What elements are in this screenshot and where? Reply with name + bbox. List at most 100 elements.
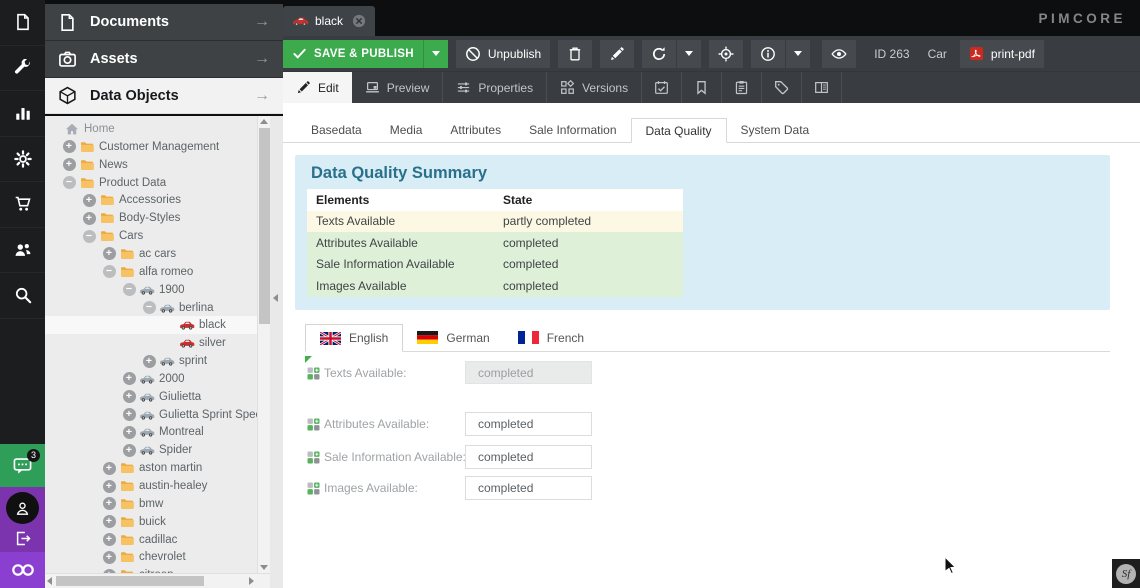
unpublish-button[interactable]: Unpublish [456, 40, 550, 68]
scroll-down-icon[interactable] [260, 565, 268, 570]
tree-item-spider[interactable]: +Spider [45, 441, 257, 459]
rail-reports-button[interactable] [0, 91, 45, 137]
expand-plus-icon[interactable]: + [80, 212, 98, 225]
bookmark-button[interactable] [682, 72, 722, 103]
tree-vertical-scrollbar[interactable] [257, 116, 270, 573]
rail-search-button[interactable] [0, 273, 45, 319]
expand-plus-icon[interactable]: + [60, 140, 78, 153]
expand-plus-icon[interactable]: + [120, 372, 138, 385]
user-avatar-button[interactable] [6, 492, 39, 524]
tree-item-cadillac[interactable]: +cadillac [45, 531, 257, 549]
content-tab-media[interactable]: Media [376, 118, 437, 142]
tree-item-aston-martin[interactable]: +aston martin [45, 459, 257, 477]
texts-available-field-value[interactable]: completed [465, 361, 592, 384]
info-options-button[interactable] [785, 40, 810, 68]
tree-item-product-data[interactable]: −Product Data [45, 174, 257, 192]
tree-item-silver[interactable]: silver [45, 334, 257, 352]
field-value-sale-information-available-[interactable]: completed [465, 445, 592, 469]
tree-item-customer-management[interactable]: +Customer Management [45, 138, 257, 156]
rename-button[interactable] [600, 40, 634, 68]
rail-settings-button[interactable] [0, 137, 45, 183]
expand-plus-icon[interactable]: + [100, 497, 118, 510]
accordion-documents[interactable]: Documents → [45, 4, 283, 41]
expand-plus-icon[interactable]: + [100, 515, 118, 528]
expand-plus-icon[interactable]: + [100, 551, 118, 564]
content-tab-basedata[interactable]: Basedata [297, 118, 376, 142]
tree-item-montreal[interactable]: +Montreal [45, 423, 257, 441]
tree-item-buick[interactable]: +buick [45, 513, 257, 531]
logout-button[interactable] [14, 530, 31, 552]
collapse-minus-icon[interactable]: − [120, 283, 138, 296]
info-button[interactable] [751, 40, 785, 68]
tree-item-gulietta-sprint-speciale[interactable]: +Gulietta Sprint Speciale [45, 406, 257, 424]
language-tab-english[interactable]: English [305, 324, 403, 352]
expand-plus-icon[interactable]: + [140, 355, 158, 368]
tree-item-giulietta[interactable]: +Giulietta [45, 388, 257, 406]
tab-properties[interactable]: Properties [443, 72, 547, 103]
tree-item-austin-healey[interactable]: +austin-healey [45, 477, 257, 495]
tree-item-berlina[interactable]: −berlina [45, 299, 257, 317]
rail-users-button[interactable] [0, 228, 45, 274]
pimcore-logo-button[interactable] [0, 552, 45, 588]
tab-preview[interactable]: Preview [352, 72, 444, 103]
reports-button[interactable] [802, 72, 842, 103]
object-tab-black[interactable]: black [283, 6, 375, 36]
language-tab-german[interactable]: German [403, 324, 503, 351]
close-icon[interactable] [352, 14, 366, 28]
horizontal-scroll-thumb[interactable] [56, 576, 204, 586]
expand-plus-icon[interactable]: + [100, 533, 118, 546]
vertical-scroll-thumb[interactable] [259, 128, 270, 324]
scroll-up-icon[interactable] [260, 119, 268, 124]
accordion-data-objects[interactable]: Data Objects → [45, 78, 283, 114]
expand-plus-icon[interactable]: + [100, 247, 118, 260]
symfony-profiler-button[interactable]: Sf [1112, 559, 1140, 588]
expand-plus-icon[interactable]: + [120, 444, 138, 457]
tree-item-home[interactable]: Home [45, 120, 257, 138]
content-tab-system-data[interactable]: System Data [727, 118, 824, 142]
field-value-images-available-[interactable]: completed [465, 476, 592, 500]
expand-plus-icon[interactable]: + [120, 408, 138, 421]
delete-button[interactable] [558, 40, 592, 68]
collapse-minus-icon[interactable]: − [100, 265, 118, 278]
scroll-right-icon[interactable] [249, 577, 254, 585]
visibility-button[interactable] [822, 40, 856, 68]
tab-versions[interactable]: Versions [547, 72, 642, 103]
rail-ecommerce-button[interactable] [0, 182, 45, 228]
expand-plus-icon[interactable]: + [100, 462, 118, 475]
panel-splitter[interactable] [270, 116, 283, 588]
print-pdf-button[interactable]: print-pdf [960, 40, 1044, 68]
scroll-left-icon[interactable] [47, 577, 52, 585]
content-tab-attributes[interactable]: Attributes [436, 118, 515, 142]
tree-item-ac-cars[interactable]: +ac cars [45, 245, 257, 263]
rail-tools-button[interactable] [0, 46, 45, 92]
tree-horizontal-scrollbar[interactable] [45, 573, 270, 588]
tree-item-news[interactable]: +News [45, 156, 257, 174]
tree-item-body-styles[interactable]: +Body-Styles [45, 209, 257, 227]
tree-item-sprint[interactable]: +sprint [45, 352, 257, 370]
collapse-panel-icon[interactable] [273, 294, 278, 302]
tree-item-black[interactable]: black [45, 316, 257, 334]
locate-in-tree-button[interactable] [709, 40, 743, 68]
expand-plus-icon[interactable]: + [120, 390, 138, 403]
language-tab-french[interactable]: French [504, 324, 598, 351]
tree-item-2000[interactable]: +2000 [45, 370, 257, 388]
tree-item-bmw[interactable]: +bmw [45, 495, 257, 513]
tree-item-cars[interactable]: −Cars [45, 227, 257, 245]
tree-item-alfa-romeo[interactable]: −alfa romeo [45, 263, 257, 281]
expand-plus-icon[interactable]: + [120, 426, 138, 439]
expand-plus-icon[interactable]: + [60, 158, 78, 171]
collapse-minus-icon[interactable]: − [80, 230, 98, 243]
notifications-button[interactable]: 3 [0, 444, 45, 487]
tree-item-accessories[interactable]: +Accessories [45, 191, 257, 209]
content-tab-data-quality[interactable]: Data Quality [631, 118, 727, 143]
rail-documents-button[interactable] [0, 0, 45, 46]
reload-options-button[interactable] [676, 40, 701, 68]
collapse-minus-icon[interactable]: − [60, 176, 78, 189]
tab-edit[interactable]: Edit [283, 72, 352, 103]
save-options-button[interactable] [423, 40, 448, 68]
expand-plus-icon[interactable]: + [80, 194, 98, 207]
tags-button[interactable] [762, 72, 802, 103]
collapse-minus-icon[interactable]: − [140, 301, 158, 314]
schedule-button[interactable] [642, 72, 682, 103]
field-value-attributes-available-[interactable]: completed [465, 412, 592, 436]
